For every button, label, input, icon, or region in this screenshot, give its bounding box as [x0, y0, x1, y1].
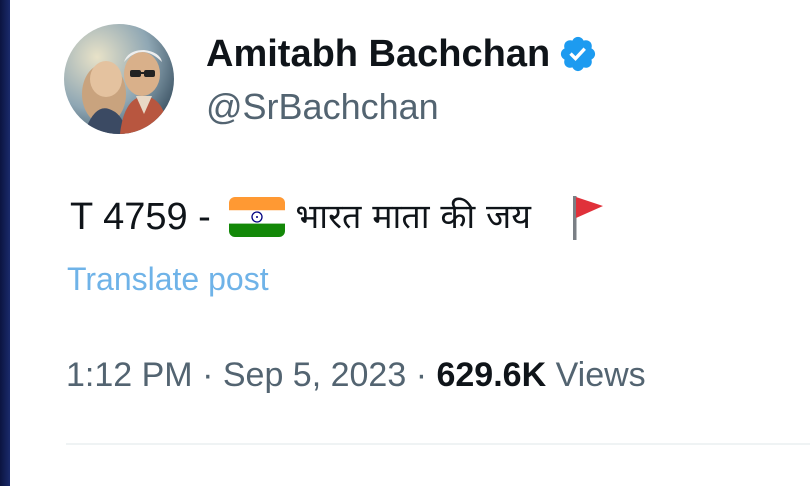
- post-metadata: 1:12 PM · Sep 5, 2023 · 629.6K Views: [66, 352, 646, 398]
- meta-separator: ·: [202, 356, 214, 394]
- india-flag-icon: [229, 197, 286, 237]
- views-label[interactable]: Views: [556, 356, 646, 394]
- post-time[interactable]: 1:12 PM: [66, 356, 193, 394]
- author-handle[interactable]: @SrBachchan: [206, 84, 439, 130]
- author-name-text[interactable]: Amitabh Bachchan: [206, 30, 550, 78]
- window-edge: [0, 0, 10, 486]
- divider: [66, 443, 810, 445]
- translate-post-link[interactable]: Translate post: [67, 258, 269, 300]
- post-text-hindi: भारत माता की जय: [295, 197, 531, 237]
- post-text-prefix: T 4759 -: [70, 196, 222, 238]
- avatar[interactable]: [64, 24, 174, 134]
- tweet-card: Amitabh Bachchan @SrBachchan T 4759 - भा…: [10, 0, 810, 486]
- author-name[interactable]: Amitabh Bachchan: [206, 30, 598, 78]
- post-date[interactable]: Sep 5, 2023: [223, 356, 406, 394]
- post-text: T 4759 - भारत माता की जय: [70, 192, 607, 242]
- views-count[interactable]: 629.6K: [436, 356, 546, 394]
- verified-badge-icon[interactable]: [558, 34, 598, 74]
- red-flag-icon: [567, 192, 607, 242]
- meta-separator: ·: [415, 356, 428, 394]
- avatar-image: [64, 24, 174, 134]
